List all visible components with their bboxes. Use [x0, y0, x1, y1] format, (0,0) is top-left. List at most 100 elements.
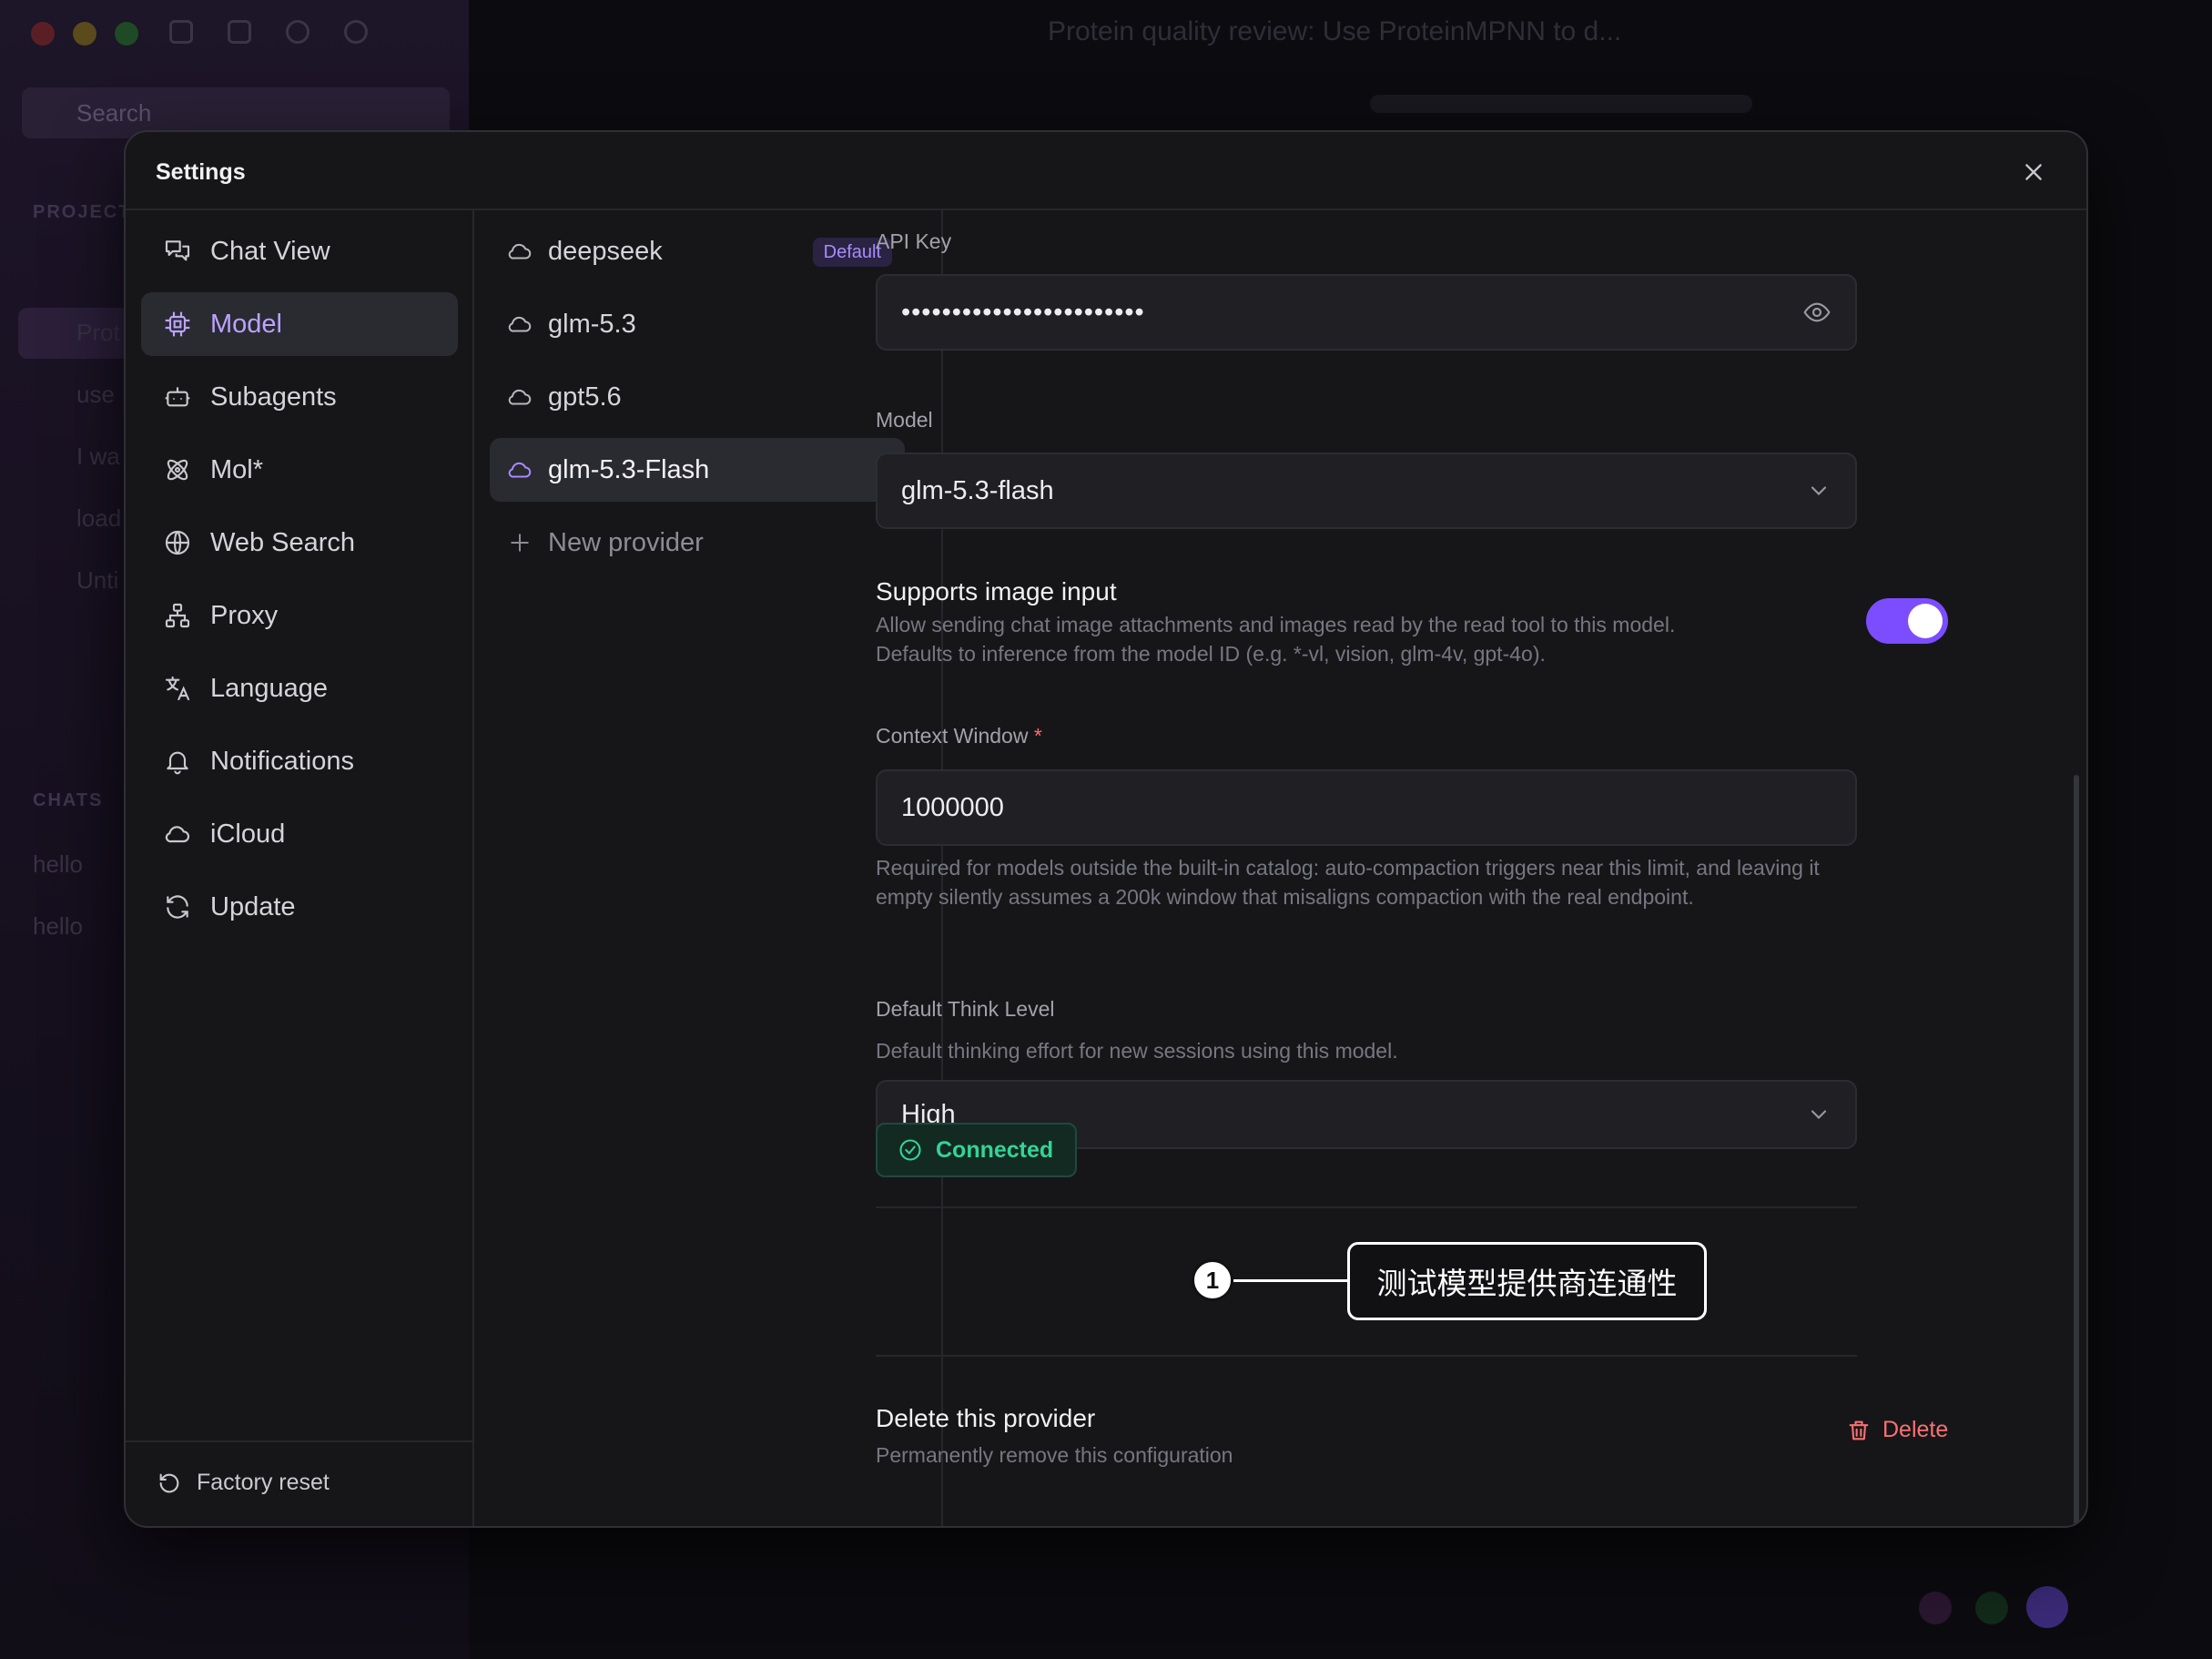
new-provider-button[interactable]: New provider — [490, 511, 905, 575]
provider-label: glm-5.3-Flash — [548, 454, 710, 484]
nav-item-label: Web Search — [210, 527, 356, 557]
check-circle-icon — [899, 1139, 921, 1161]
nav-item-subagents[interactable]: Subagents — [141, 365, 458, 429]
context-window-input[interactable]: 1000000 — [876, 769, 1857, 846]
cloud-icon — [508, 243, 532, 260]
context-window-help: Required for models outside the built-in… — [876, 856, 1820, 909]
api-key-value: •••••••••••••••••••••••• — [901, 297, 1145, 327]
nav-item-mol[interactable]: Mol* — [141, 438, 458, 502]
provider-label: gpt5.6 — [548, 382, 622, 412]
network-icon — [165, 603, 190, 628]
connection-status-button[interactable]: Connected — [876, 1123, 1078, 1177]
cloud-icon — [508, 462, 532, 478]
provider-item-gpt5-6[interactable]: gpt5.6 — [490, 365, 905, 429]
nav-item-language[interactable]: Language — [141, 656, 458, 720]
robot-icon — [165, 387, 190, 407]
context-window-label: Context Window * — [876, 724, 1042, 748]
settings-nav: Chat View Model Subagents Mol* Web Searc… — [126, 210, 474, 1526]
context-window-label-text: Context Window — [876, 724, 1029, 748]
provider-list: deepseek Default glm-5.3 gpt5.6 glm-5.3-… — [474, 210, 943, 1526]
bell-icon — [167, 751, 188, 775]
atom-icon — [167, 459, 188, 481]
nav-item-proxy[interactable]: Proxy — [141, 584, 458, 647]
chip-icon — [165, 311, 190, 337]
eye-icon — [1803, 302, 1831, 322]
history-icon — [344, 20, 368, 44]
reset-icon — [159, 1473, 179, 1492]
delete-provider-button[interactable]: Delete — [1846, 1417, 1948, 1443]
globe-icon — [165, 530, 190, 555]
chat-bubbles-icon — [165, 240, 190, 261]
required-mark: * — [1033, 724, 1042, 748]
refresh-icon — [167, 895, 188, 919]
background-dot — [1919, 1592, 1952, 1624]
translate-icon — [165, 676, 190, 701]
zoom-window-dot — [115, 22, 138, 46]
nav-item-label: Chat View — [210, 236, 330, 266]
nav-item-label: Language — [210, 673, 329, 703]
reveal-password-button[interactable] — [1802, 298, 1831, 327]
trash-icon — [1849, 1420, 1869, 1440]
close-icon — [2025, 164, 2042, 180]
sidebar-toggle-icon — [169, 20, 193, 44]
annotation-callout: 测试模型提供商连通性 — [1347, 1242, 1707, 1320]
nav-item-label: Update — [210, 891, 296, 921]
plus-icon — [511, 534, 529, 552]
chevron-down-icon — [1806, 1102, 1831, 1127]
provider-item-deepseek[interactable]: deepseek Default — [490, 219, 905, 283]
cloud-icon — [508, 316, 532, 332]
nav-footer: Factory reset — [126, 1440, 472, 1526]
new-provider-label: New provider — [548, 527, 704, 557]
background-item: I wa — [76, 443, 120, 470]
nav-item-chat-view[interactable]: Chat View — [141, 219, 458, 283]
nav-item-update[interactable]: Update — [141, 875, 458, 939]
nav-item-label: iCloud — [210, 819, 286, 849]
annotation-marker: 1 — [1192, 1259, 1233, 1301]
background-item: use — [76, 381, 115, 408]
background-item: hello — [33, 850, 83, 878]
model-select-value: glm-5.3-flash — [901, 475, 1054, 505]
background-toolbar — [169, 20, 368, 44]
provider-label: deepseek — [548, 236, 663, 266]
annotation-connector — [1233, 1279, 1347, 1282]
background-item: hello — [33, 912, 83, 940]
background-dot — [1975, 1592, 2008, 1624]
background-subtitle — [1370, 95, 1752, 113]
model-label: Model — [876, 408, 933, 432]
close-button[interactable] — [2017, 156, 2050, 188]
nav-item-label: Subagents — [210, 382, 337, 412]
chevron-down-icon — [1806, 478, 1831, 504]
background-section-label: CHATS — [33, 790, 104, 810]
cloud-icon — [508, 389, 532, 405]
settings-icon — [286, 20, 309, 44]
close-window-dot — [31, 22, 55, 46]
model-select[interactable]: glm-5.3-flash — [876, 453, 1857, 529]
nav-item-icloud[interactable]: iCloud — [141, 802, 458, 866]
nav-item-model[interactable]: Model — [141, 292, 458, 356]
nav-item-notifications[interactable]: Notifications — [141, 729, 458, 793]
connection-status-label: Connected — [936, 1136, 1054, 1163]
dialog-header: Settings — [126, 132, 2086, 210]
think-level-label: Default Think Level — [876, 997, 1055, 1021]
factory-reset-button[interactable]: Factory reset — [157, 1470, 330, 1496]
image-input-toggle[interactable] — [1866, 598, 1948, 644]
divider — [876, 1355, 1857, 1357]
scrollbar[interactable] — [2074, 775, 2079, 1526]
api-key-label: API Key — [876, 229, 952, 253]
delete-section-title: Delete this provider — [876, 1404, 1096, 1432]
background-item: load — [76, 504, 122, 532]
cloud-icon — [165, 826, 189, 843]
background-item: Unti — [76, 566, 119, 594]
nav-item-label: Mol* — [210, 454, 264, 484]
provider-item-glm-5-3[interactable]: glm-5.3 — [490, 292, 905, 356]
dialog-title: Settings — [156, 159, 246, 185]
minimize-window-dot — [73, 22, 96, 46]
background-title: Protein quality review: Use ProteinMPNN … — [1048, 16, 1622, 46]
background-send-button — [2026, 1586, 2068, 1628]
api-key-field[interactable]: •••••••••••••••••••••••• — [876, 274, 1857, 351]
divider — [876, 1206, 1857, 1208]
nav-item-web-search[interactable]: Web Search — [141, 511, 458, 575]
provider-item-glm-5-3-flash[interactable]: glm-5.3-Flash — [490, 438, 905, 502]
delete-button-label: Delete — [1882, 1417, 1949, 1442]
nav-item-label: Notifications — [210, 746, 354, 776]
